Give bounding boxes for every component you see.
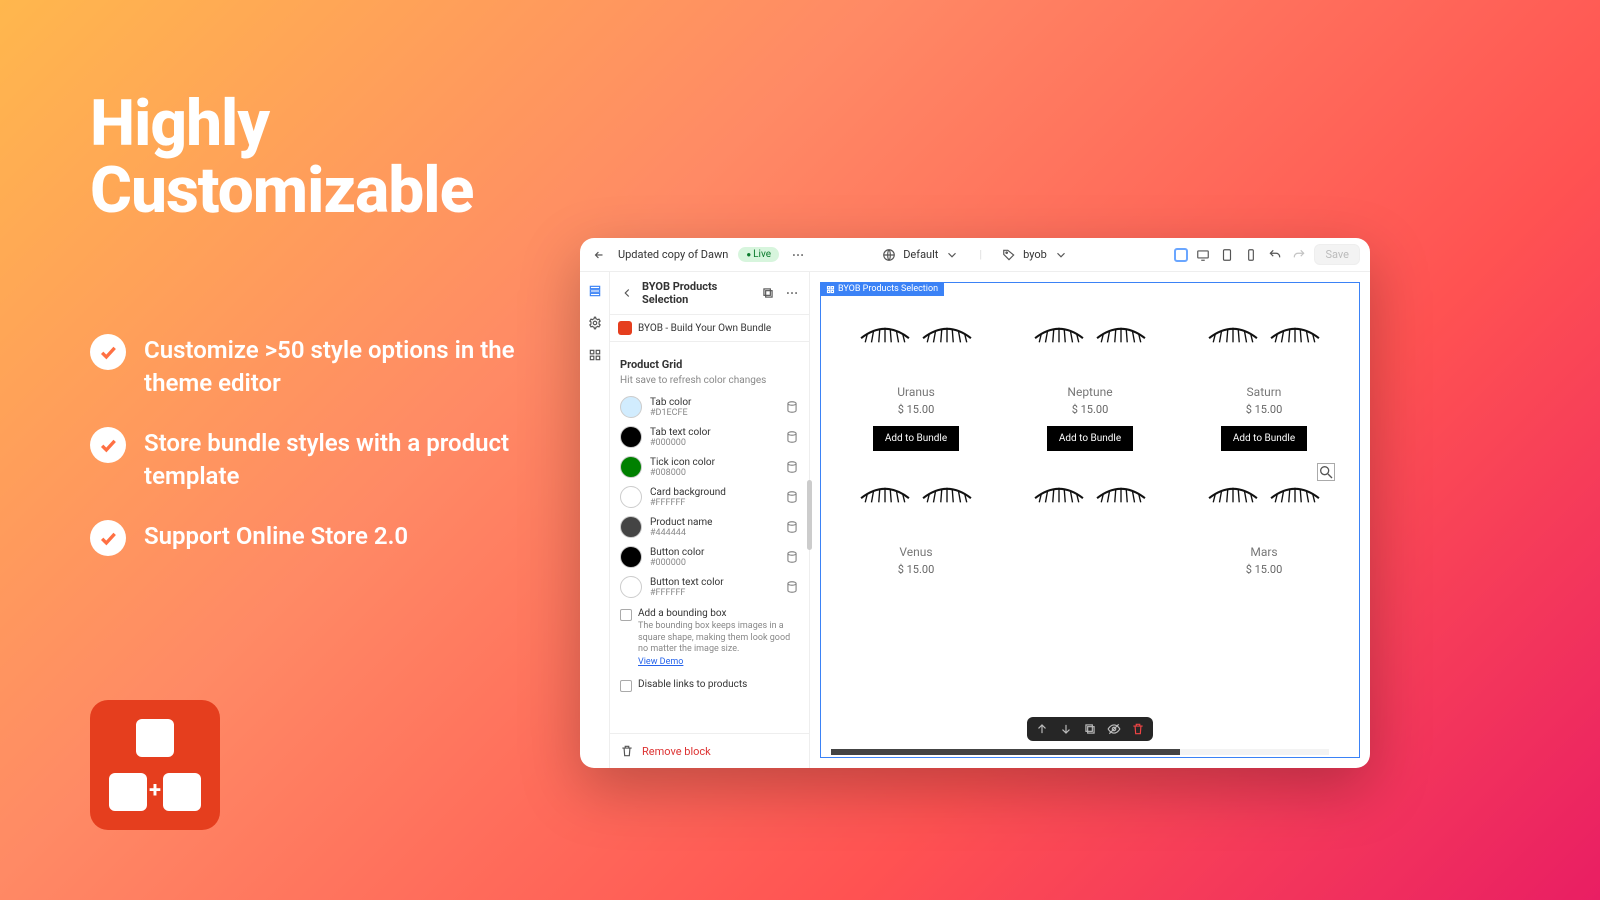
- remove-block-button[interactable]: Remove block: [610, 733, 809, 768]
- preview-canvas[interactable]: BYOB Products Selection Uranus $ 15.00 A…: [820, 282, 1360, 758]
- feature-item: Support Online Store 2.0: [90, 520, 550, 556]
- preview-area: BYOB Products Selection Uranus $ 15.00 A…: [810, 272, 1370, 768]
- product-price: $ 15.00: [839, 563, 993, 576]
- back-icon[interactable]: [618, 284, 636, 302]
- check-icon: [90, 520, 126, 556]
- db-icon[interactable]: [785, 520, 799, 534]
- add-to-bundle-button[interactable]: Add to Bundle: [1047, 426, 1133, 451]
- color-setting[interactable]: Tab color#D1ECFE: [620, 392, 799, 422]
- product-price: $ 15.00: [1187, 403, 1341, 416]
- zone-select[interactable]: Default: [880, 246, 961, 264]
- hero-title: Highly Customizable: [90, 90, 550, 224]
- product-card: Mars $ 15.00: [1187, 471, 1341, 586]
- trash-icon: [618, 742, 636, 760]
- product-name: Venus: [839, 545, 993, 559]
- check-icon: [90, 427, 126, 463]
- theme-editor: Updated copy of Dawn Live Default | byob: [580, 238, 1370, 768]
- settings-panel: BYOB Products Selection BYOB - Build You…: [610, 272, 810, 768]
- apps-icon[interactable]: [586, 346, 604, 364]
- move-down-icon[interactable]: [1059, 722, 1073, 736]
- app-logo: +: [90, 700, 220, 830]
- product-card: Neptune $ 15.00 Add to Bundle: [1013, 311, 1167, 451]
- app-mini-logo: [618, 321, 632, 335]
- mobile-icon[interactable]: [1242, 246, 1260, 264]
- duplicate-icon[interactable]: [759, 284, 777, 302]
- theme-name[interactable]: Updated copy of Dawn: [618, 248, 728, 261]
- checkbox-icon[interactable]: [620, 680, 632, 692]
- color-setting[interactable]: Button text color#FFFFFF: [620, 572, 799, 602]
- template-select[interactable]: byob: [1000, 246, 1070, 264]
- disable-links-option[interactable]: Disable links to products: [620, 673, 799, 698]
- add-to-bundle-button[interactable]: Add to Bundle: [873, 426, 959, 451]
- hide-icon[interactable]: [1107, 722, 1121, 736]
- group-hint: Hit save to refresh color changes: [620, 375, 799, 386]
- product-card: Saturn $ 15.00 Add to Bundle: [1187, 311, 1341, 451]
- db-icon[interactable]: [785, 460, 799, 474]
- panel-title: BYOB Products Selection: [642, 280, 753, 306]
- settings-icon[interactable]: [586, 314, 604, 332]
- chevron-down-icon: [1052, 246, 1070, 264]
- product-card: [1013, 471, 1167, 586]
- color-setting[interactable]: Tick icon color#008000: [620, 452, 799, 482]
- tablet-icon[interactable]: [1218, 246, 1236, 264]
- feature-item: Store bundle styles with a product templ…: [90, 427, 550, 492]
- feature-item: Customize >50 style options in the theme…: [90, 334, 550, 399]
- product-image: [839, 471, 993, 517]
- product-card: Venus $ 15.00: [839, 471, 993, 586]
- checkbox-icon[interactable]: [620, 609, 632, 621]
- left-rail: [580, 272, 610, 768]
- redo-icon[interactable]: [1290, 246, 1308, 264]
- db-icon[interactable]: [785, 400, 799, 414]
- topbar: Updated copy of Dawn Live Default | byob: [580, 238, 1370, 272]
- add-to-bundle-button[interactable]: Add to Bundle: [1221, 426, 1307, 451]
- product-name: Mars: [1187, 545, 1341, 559]
- product-name: Uranus: [839, 385, 993, 399]
- horizontal-scrollbar[interactable]: [831, 749, 1329, 755]
- product-image: [1013, 471, 1167, 517]
- color-setting[interactable]: Card background#FFFFFF: [620, 482, 799, 512]
- tag-icon: [1000, 246, 1018, 264]
- product-name: Neptune: [1013, 385, 1167, 399]
- db-icon[interactable]: [785, 580, 799, 594]
- more-icon[interactable]: [783, 284, 801, 302]
- product-image: [839, 311, 993, 357]
- db-icon[interactable]: [785, 490, 799, 504]
- db-icon[interactable]: [785, 550, 799, 564]
- duplicate-icon[interactable]: [1083, 722, 1097, 736]
- fullscreen-icon[interactable]: [1174, 248, 1188, 262]
- product-price: $ 15.00: [1187, 563, 1341, 576]
- product-card: Uranus $ 15.00 Add to Bundle: [839, 311, 993, 451]
- product-image: [1013, 311, 1167, 357]
- product-price: $ 15.00: [839, 403, 993, 416]
- sections-icon[interactable]: [586, 282, 604, 300]
- color-setting[interactable]: Tab text color#000000: [620, 422, 799, 452]
- product-image: [1187, 471, 1341, 517]
- view-demo-link[interactable]: View Demo: [638, 657, 683, 667]
- color-setting[interactable]: Product name#444444: [620, 512, 799, 542]
- product-price: $ 15.00: [1013, 403, 1167, 416]
- zoom-icon[interactable]: [1317, 463, 1335, 481]
- color-setting[interactable]: Button color#000000: [620, 542, 799, 572]
- live-badge: Live: [738, 247, 779, 262]
- undo-icon[interactable]: [1266, 246, 1284, 264]
- selection-label: BYOB Products Selection: [820, 282, 944, 296]
- hero: Highly Customizable Customize >50 style …: [90, 90, 550, 584]
- exit-icon[interactable]: [590, 246, 608, 264]
- product-name: Saturn: [1187, 385, 1341, 399]
- product-image: [1187, 311, 1341, 357]
- globe-icon: [880, 246, 898, 264]
- app-row[interactable]: BYOB - Build Your Own Bundle: [610, 315, 809, 342]
- check-icon: [90, 334, 126, 370]
- group-heading: Product Grid: [620, 358, 799, 371]
- move-up-icon[interactable]: [1035, 722, 1049, 736]
- save-button[interactable]: Save: [1314, 244, 1360, 265]
- bounding-box-option[interactable]: Add a bounding box The bounding box keep…: [620, 602, 799, 673]
- desktop-icon[interactable]: [1194, 246, 1212, 264]
- feature-list: Customize >50 style options in the theme…: [90, 334, 550, 556]
- delete-icon[interactable]: [1131, 722, 1145, 736]
- more-icon[interactable]: [789, 246, 807, 264]
- chevron-down-icon: [943, 246, 961, 264]
- db-icon[interactable]: [785, 430, 799, 444]
- floating-toolbar[interactable]: [1027, 717, 1153, 741]
